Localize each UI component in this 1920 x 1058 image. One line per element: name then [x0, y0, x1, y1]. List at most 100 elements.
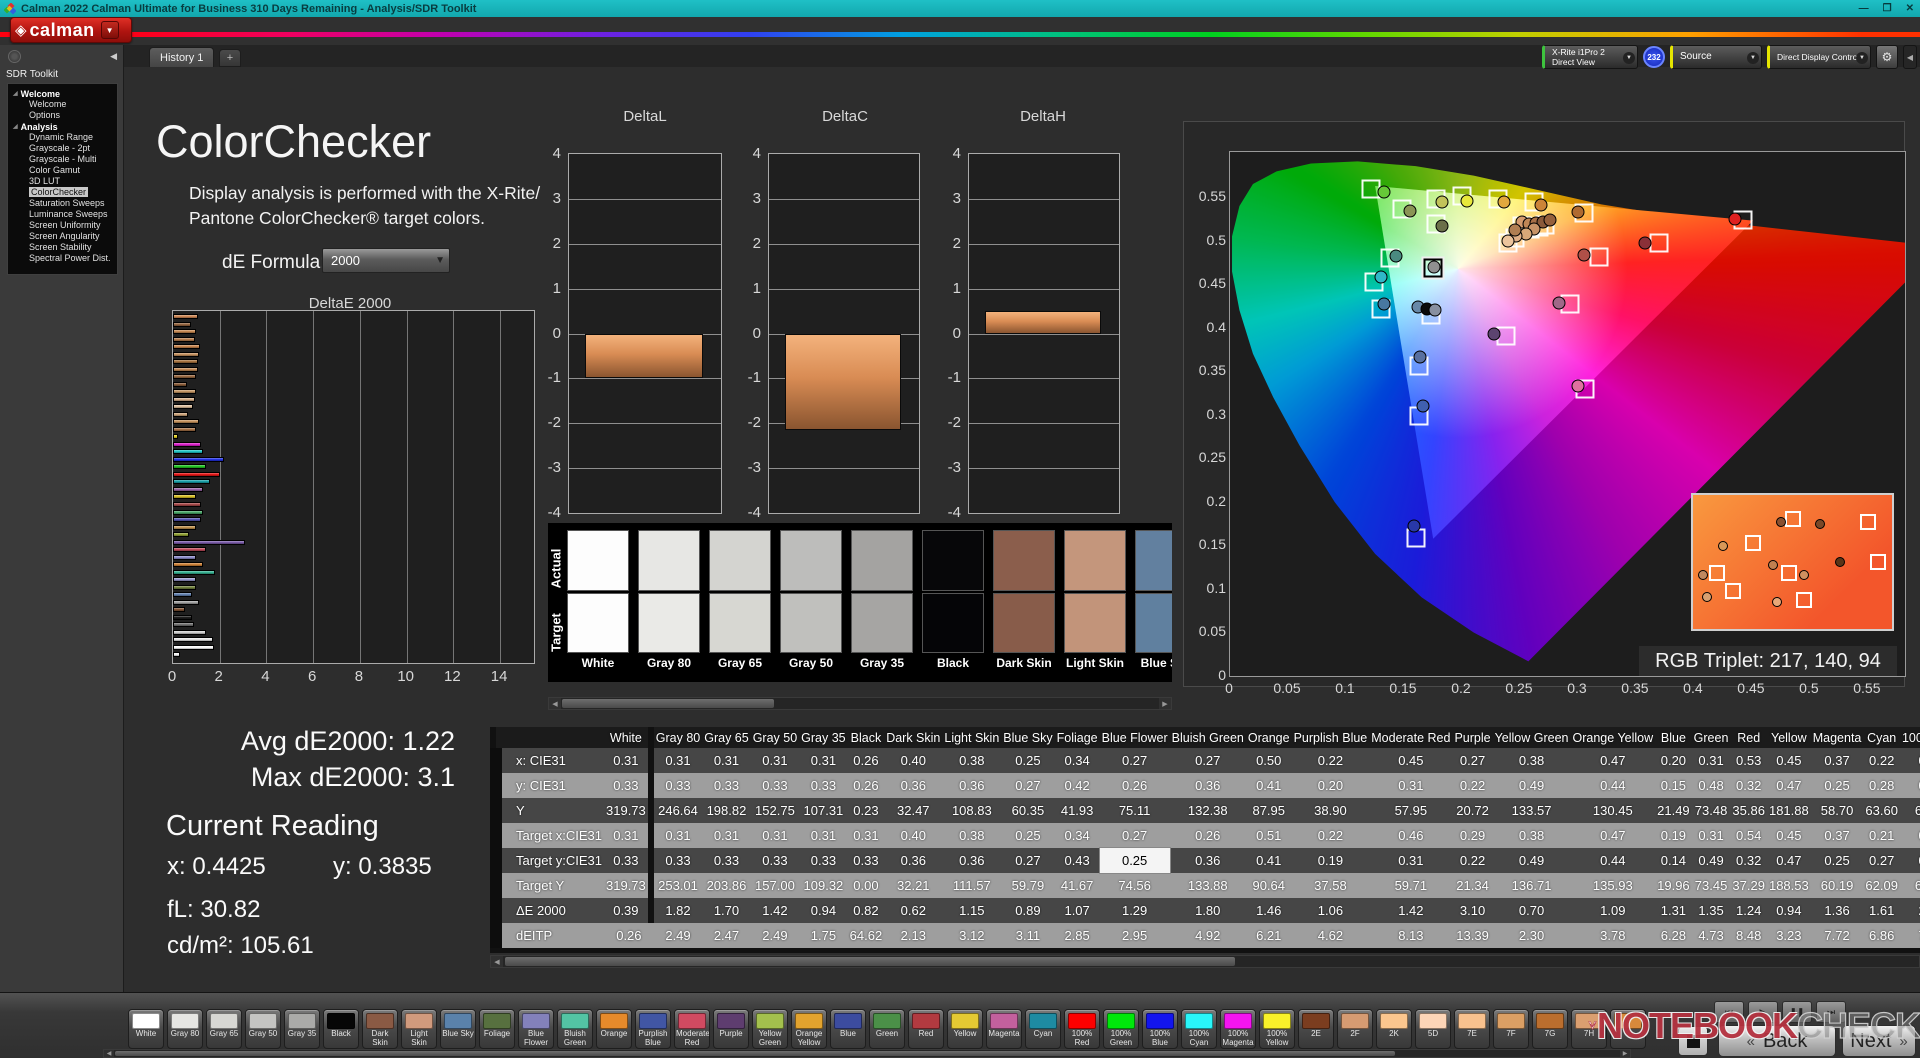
table-cell[interactable]: 0.31	[604, 823, 654, 848]
table-cell[interactable]: 38.90	[1291, 798, 1370, 823]
table-cell[interactable]: 0.44	[1570, 773, 1656, 798]
table-cell[interactable]: 1.75	[799, 923, 848, 948]
table-cell[interactable]: 152.75	[750, 798, 800, 823]
patch-button-7f[interactable]: 7F	[1493, 1009, 1529, 1049]
table-cell[interactable]: 135.93	[1570, 873, 1656, 898]
patch-button-100-green[interactable]: 100% Green	[1103, 1009, 1139, 1049]
table-cell[interactable]: 0.37	[1810, 823, 1864, 848]
patch-button-purple[interactable]: Purple	[713, 1009, 749, 1049]
scroll-left-icon[interactable]: ◀	[104, 1050, 114, 1057]
table-cell[interactable]: 8.13	[1369, 923, 1453, 948]
patch-button-100-magenta[interactable]: 100% Magenta	[1220, 1009, 1256, 1049]
chevron-down-icon[interactable]: ▼	[1856, 52, 1868, 64]
tree-item-colorchecker[interactable]: ColorChecker	[8, 187, 117, 198]
table-cell[interactable]: 41.93	[1054, 798, 1100, 823]
table-cell[interactable]: 1.82	[653, 898, 703, 923]
table-cell[interactable]: 35.86	[1730, 798, 1767, 823]
patch-button-dark-skin[interactable]: Dark Skin	[362, 1009, 398, 1049]
table-cell[interactable]: 0.53	[1730, 748, 1767, 773]
table-cell[interactable]: 0.54	[1730, 823, 1767, 848]
table-cell[interactable]: 0.19	[1655, 823, 1692, 848]
tree-group-analysis[interactable]: ◢ Analysis	[8, 121, 117, 132]
swatch-column-black[interactable]: Black	[922, 530, 984, 670]
table-cell[interactable]: 253.01	[653, 873, 703, 898]
table-cell[interactable]: 0.33	[604, 848, 654, 873]
table-cell[interactable]: 0.70	[1492, 898, 1571, 923]
patch-button-7h[interactable]: 7H	[1571, 1009, 1607, 1049]
table-cell[interactable]: 0.33	[702, 773, 751, 798]
table-cell[interactable]: 0.94	[799, 898, 848, 923]
table-cell[interactable]: 0.20	[1655, 748, 1692, 773]
table-cell[interactable]: 133.88	[1169, 873, 1246, 898]
table-cell[interactable]: 0.47	[1570, 748, 1656, 773]
table-cell[interactable]: 0.47	[1570, 823, 1656, 848]
patch-button-blue[interactable]: Blue	[830, 1009, 866, 1049]
table-cell[interactable]: 0.62	[884, 898, 943, 923]
table-cell[interactable]: 64.62	[847, 923, 885, 948]
table-cell[interactable]: 3.10	[1452, 898, 1493, 923]
table-cell[interactable]: 0.33	[847, 848, 885, 873]
table-cell[interactable]: 0.37	[1810, 748, 1864, 773]
patch-button-orange-yellow[interactable]: Orange Yellow	[791, 1009, 827, 1049]
tree-item-3d-lut[interactable]: 3D LUT	[8, 176, 117, 187]
swatch-column-gray-35[interactable]: Gray 35	[851, 530, 913, 670]
table-cell[interactable]: 203.86	[702, 873, 751, 898]
tree-expand-icon[interactable]: ◢	[13, 90, 18, 97]
scrollbar-thumb[interactable]	[562, 699, 774, 708]
table-cell[interactable]: 0.34	[1054, 748, 1100, 773]
patch-button-100-blue[interactable]: 100% Blue	[1142, 1009, 1178, 1049]
table-cell[interactable]: 0.19	[1291, 848, 1370, 873]
minimize-icon[interactable]: —	[1859, 3, 1869, 14]
back-button[interactable]: « Back	[1718, 1025, 1836, 1057]
table-cell[interactable]: 0.50	[1245, 748, 1292, 773]
table-cell[interactable]: 58.70	[1810, 798, 1864, 823]
table-cell[interactable]: 0.26	[1169, 823, 1246, 848]
close-icon[interactable]: ✕	[1906, 3, 1914, 14]
patch-button-gray-80[interactable]: Gray 80	[167, 1009, 203, 1049]
table-cell[interactable]: 0.22	[1863, 748, 1900, 773]
tree-item-saturation-sweeps[interactable]: Saturation Sweeps	[8, 198, 117, 209]
swatch-column-gray-50[interactable]: Gray 50	[780, 530, 842, 670]
table-cell[interactable]: 0.31	[1369, 773, 1453, 798]
table-cell[interactable]: 0.47	[1766, 773, 1811, 798]
table-cell[interactable]: 0.48	[1691, 773, 1731, 798]
table-cell[interactable]: 1.42	[750, 898, 800, 923]
table-cell[interactable]: 0.40	[884, 823, 943, 848]
table-cell[interactable]: 0.25	[1001, 748, 1055, 773]
table-cell[interactable]: 0.33	[653, 773, 703, 798]
source-dropdown[interactable]: Source ▼	[1670, 45, 1762, 69]
patch-button-green[interactable]: Green	[869, 1009, 905, 1049]
table-cell[interactable]: 1.36	[1810, 898, 1864, 923]
swatch-column-light-skin[interactable]: Light Skin	[1064, 530, 1126, 670]
table-cell[interactable]: 0.45	[1766, 748, 1811, 773]
table-cell[interactable]: 0.36	[884, 773, 943, 798]
tree-expand-icon[interactable]: ◢	[13, 123, 18, 130]
table-cell[interactable]: 2.85	[1054, 923, 1100, 948]
table-cell[interactable]: 0.22	[1291, 823, 1370, 848]
table-cell[interactable]: 0.26	[604, 923, 654, 948]
table-cell[interactable]: 0.31	[604, 748, 654, 773]
table-scrollbar[interactable]: ◀	[490, 955, 1920, 968]
tree-item-screen-angularity[interactable]: Screen Angularity	[8, 231, 117, 242]
table-cell[interactable]: 0.34	[1054, 823, 1100, 848]
maximize-icon[interactable]: ❐	[1883, 3, 1892, 14]
calman-logo-button[interactable]: ◈ calman ▼	[10, 17, 132, 43]
table-cell[interactable]: 0.31	[653, 823, 703, 848]
table-cell[interactable]: 0.27	[1099, 823, 1170, 848]
swatch-column-gray-65[interactable]: Gray 65	[709, 530, 771, 670]
table-cell[interactable]: 0.33	[799, 848, 848, 873]
patch-button-5d[interactable]: 5D	[1415, 1009, 1451, 1049]
table-cell[interactable]: 0.64	[1899, 823, 1920, 848]
table-cell[interactable]: 0.41	[1245, 848, 1292, 873]
patch-button-moderate-red[interactable]: Moderate Red	[674, 1009, 710, 1049]
table-cell[interactable]: 0.45	[1369, 748, 1453, 773]
table-cell[interactable]: 0.44	[1570, 848, 1656, 873]
table-cell[interactable]: 0.29	[1452, 823, 1493, 848]
next-button[interactable]: Next »	[1842, 1025, 1916, 1057]
tree-group-welcome[interactable]: ◢ Welcome	[8, 88, 117, 99]
table-cell[interactable]: 59.71	[1369, 873, 1453, 898]
swatch-column-dark-skin[interactable]: Dark Skin	[993, 530, 1055, 670]
table-cell[interactable]: 90.64	[1245, 873, 1292, 898]
table-cell[interactable]: 0.40	[884, 748, 943, 773]
table-cell[interactable]: 0.41	[1245, 773, 1292, 798]
